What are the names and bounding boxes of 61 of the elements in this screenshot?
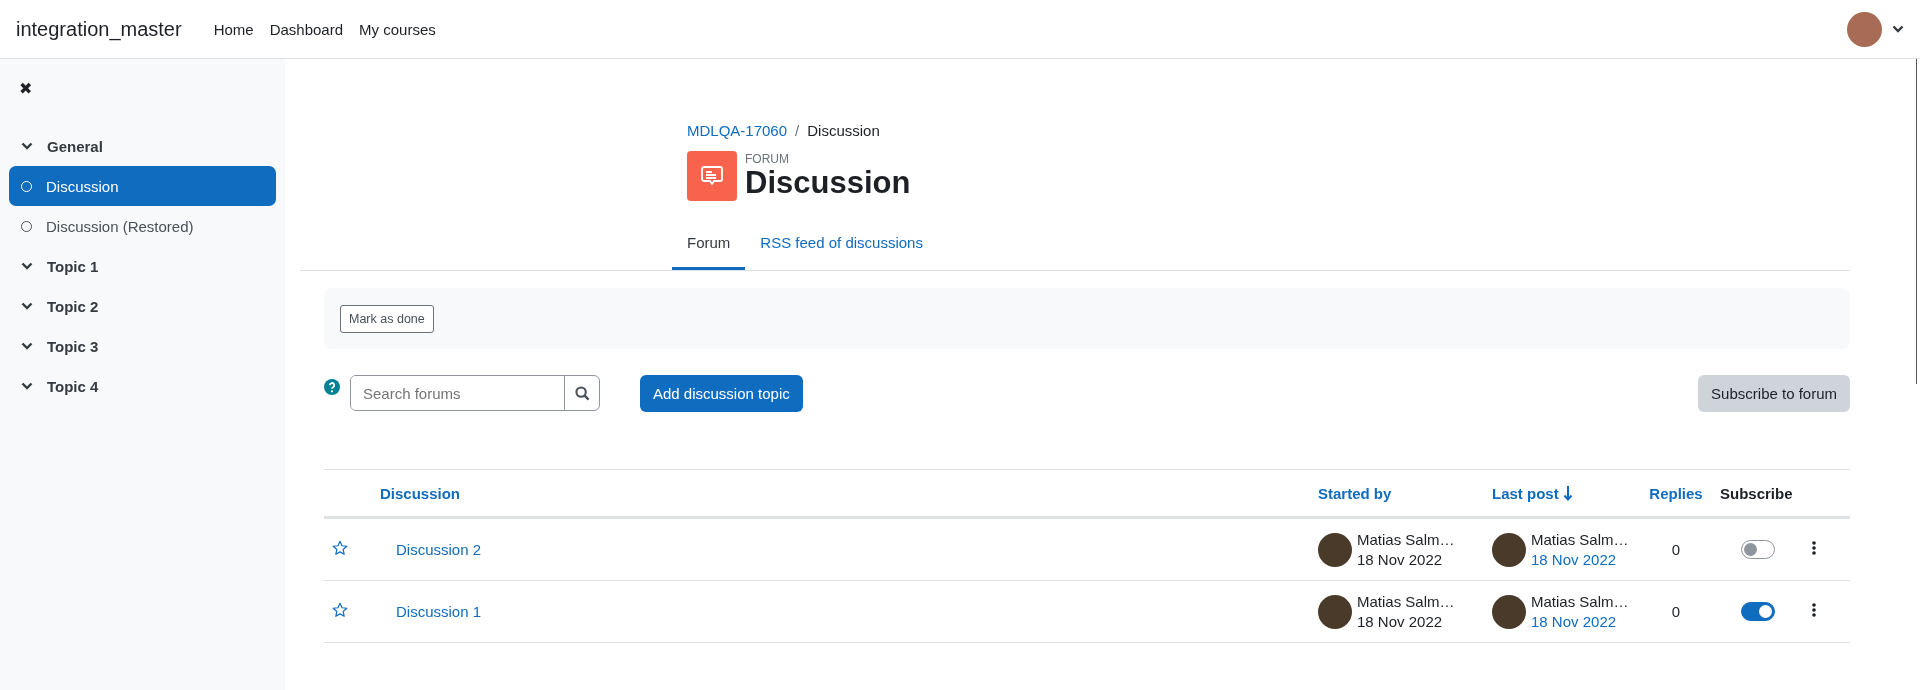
tab[interactable]: RSS feed of discussions: [745, 218, 938, 270]
search-field[interactable]: Search forums: [350, 375, 600, 411]
column-header[interactable]: Replies: [1649, 484, 1703, 502]
add-discussion-button[interactable]: Add discussion topic: [640, 375, 803, 412]
nav-link[interactable]: Dashboard: [269, 20, 344, 38]
activity-type-label: FORUM: [745, 151, 790, 166]
column-header[interactable]: Last post: [1492, 484, 1559, 502]
subscribe-button[interactable]: Subscribe to forum: [1698, 375, 1850, 412]
site-name[interactable]: integration_master: [16, 17, 182, 41]
author-name: Matias Salm…: [1531, 530, 1629, 550]
breadcrumb-separator: /: [795, 122, 800, 139]
breadcrumb-item[interactable]: MDLQA-17060: [687, 122, 788, 139]
sidebar-item[interactable]: Discussion (Restored): [9, 206, 276, 246]
user-avatar: [1318, 594, 1352, 629]
author-name: Matias Salm…: [1531, 592, 1629, 612]
user-avatar: [1492, 594, 1526, 629]
sidebar-item[interactable]: Topic 4: [9, 366, 276, 406]
sidebar-item[interactable]: General: [9, 126, 276, 166]
post-date-link[interactable]: 18 Nov 2022: [1531, 549, 1629, 569]
discussion-link[interactable]: Discussion 2: [396, 541, 482, 558]
breadcrumb-item: Discussion: [807, 122, 880, 139]
post-date: 18 Nov 2022: [1357, 611, 1444, 631]
star-icon[interactable]: [332, 540, 348, 556]
more-options-icon[interactable]: [1812, 603, 1816, 617]
sidebar-item[interactable]: Topic 1: [9, 246, 276, 286]
user-avatar: [1318, 532, 1352, 567]
more-options-icon[interactable]: [1812, 541, 1816, 555]
discussion-link[interactable]: Discussion 1: [396, 603, 482, 620]
user-avatar: [1492, 532, 1526, 567]
chevron-down-icon: [21, 262, 33, 270]
chevron-down-icon: [21, 342, 33, 350]
search-icon[interactable]: [574, 385, 590, 401]
chevron-down-icon: [1892, 25, 1904, 33]
author-name: Matias Salm…: [1357, 530, 1455, 550]
column-header: Subscribe: [1720, 484, 1793, 502]
post-date: 18 Nov 2022: [1357, 549, 1444, 569]
star-icon[interactable]: [332, 602, 348, 618]
close-icon[interactable]: ✖: [19, 79, 32, 98]
chevron-down-icon: [21, 302, 33, 310]
page-title: Discussion: [745, 165, 911, 201]
column-header[interactable]: Started by: [1318, 484, 1392, 502]
tab[interactable]: Forum: [672, 218, 746, 270]
mark-as-done-button[interactable]: Mark as done: [340, 304, 434, 333]
post-date-link[interactable]: 18 Nov 2022: [1531, 611, 1629, 631]
sidebar-item[interactable]: Topic 3: [9, 326, 276, 366]
author-name: Matias Salm…: [1357, 592, 1455, 612]
replies-count: 0: [1671, 541, 1681, 558]
chevron-down-icon: [21, 382, 33, 390]
replies-count: 0: [1671, 603, 1681, 620]
nav-link[interactable]: Home: [213, 20, 254, 38]
nav-link[interactable]: My courses: [359, 20, 436, 38]
chevron-down-icon: [21, 142, 33, 150]
subscribe-toggle[interactable]: [1741, 602, 1775, 622]
forum-icon: [687, 151, 737, 201]
sidebar-item[interactable]: Topic 2: [9, 286, 276, 326]
sort-arrow-icon: [1562, 484, 1573, 501]
help-icon[interactable]: [324, 379, 340, 395]
column-header[interactable]: Discussion: [380, 484, 461, 502]
user-avatar[interactable]: [1847, 11, 1882, 47]
subscribe-toggle[interactable]: [1741, 540, 1775, 560]
sidebar-item[interactable]: Discussion: [9, 166, 276, 206]
